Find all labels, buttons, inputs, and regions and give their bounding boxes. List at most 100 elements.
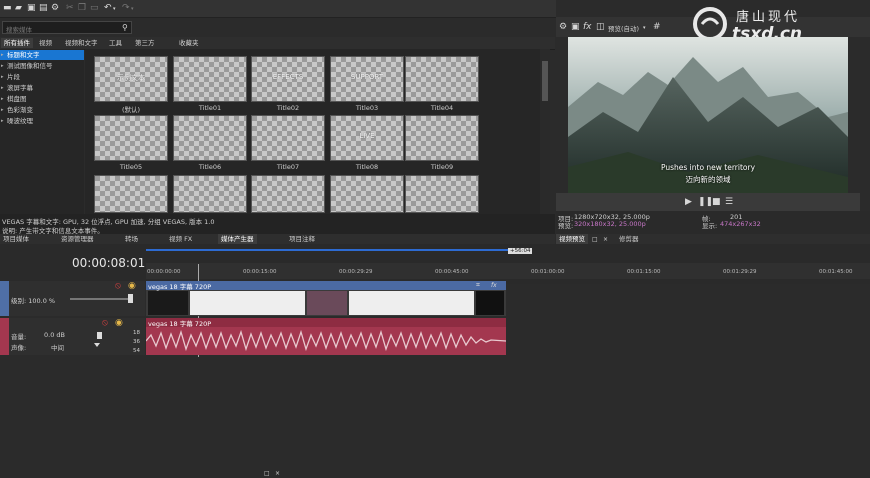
undo-dropdown-icon[interactable]: ▾: [113, 5, 116, 14]
slider-handle[interactable]: [128, 294, 133, 303]
tab-close-icon[interactable]: ×: [603, 235, 608, 244]
time-ruler[interactable]: 00:00:00:00 00:00:15:00 00:00:29:29 00:0…: [146, 263, 870, 279]
ruler-tick-label: 00:00:15:00: [243, 269, 277, 275]
empty-timeline-area[interactable]: [146, 357, 870, 400]
preset-thumbnail-title09[interactable]: [405, 115, 479, 161]
preset-thumbnail[interactable]: [173, 175, 247, 213]
menu-icon[interactable]: ☰: [725, 198, 733, 207]
expand-arrow-icon: ▸: [1, 96, 4, 102]
list-item[interactable]: ▸ 色彩渐变: [0, 105, 84, 115]
event-pan-crop-icon[interactable]: ⌗: [476, 281, 480, 290]
ruler-tick-label: 00:01:00:00: [531, 269, 565, 275]
list-item[interactable]: ▸ 测试图像和信号: [0, 61, 84, 71]
redo-dropdown-icon[interactable]: ▾: [131, 5, 134, 14]
preset-thumbnail-title02[interactable]: EFFECTS: [251, 56, 325, 102]
preset-thumbnail-title07[interactable]: [251, 115, 325, 161]
list-item[interactable]: ▸ 滚屏字幕: [0, 83, 84, 93]
preset-thumbnail[interactable]: [405, 175, 479, 213]
cut-icon[interactable]: ✂: [66, 4, 74, 13]
mute-icon[interactable]: ⦸: [102, 319, 108, 328]
preview-settings-icon[interactable]: ⚙: [559, 23, 567, 32]
tab-video-fx[interactable]: 视频 FX: [166, 234, 195, 244]
tab-trimmer[interactable]: 修剪器: [616, 234, 642, 244]
preset-caption: Title03: [355, 104, 379, 112]
audio-clip[interactable]: vegas 18 字幕 720P: [146, 318, 506, 355]
tab-restore-icon[interactable]: □: [592, 235, 598, 244]
copy-icon[interactable]: ❐: [78, 4, 86, 13]
preset-thumbnail-title04[interactable]: [405, 56, 479, 102]
stop-icon[interactable]: ■: [712, 198, 721, 207]
mute-icon[interactable]: ⦸: [115, 282, 121, 291]
preset-thumbnail[interactable]: [251, 175, 325, 213]
preset-caption: Title05: [119, 163, 143, 171]
preset-caption: Title06: [198, 163, 222, 171]
preset-caption: Title07: [276, 163, 300, 171]
preset-thumbnail-title08[interactable]: LIVE: [330, 115, 404, 161]
preset-thumbnail-title05[interactable]: [94, 115, 168, 161]
audio-waveform: [146, 329, 506, 352]
tab-third-party[interactable]: 第三方: [132, 38, 158, 48]
video-clip[interactable]: vegas 18 字幕 720P ⌗ fx: [146, 281, 506, 316]
settings-gear-icon[interactable]: ⚙: [51, 4, 59, 13]
tab-project-notes[interactable]: 项目注释: [286, 234, 318, 244]
video-preview[interactable]: Pushes into new territory 迈向新的领域: [568, 37, 848, 193]
tab-favorites[interactable]: 收藏夹: [176, 38, 202, 48]
loop-region-bar[interactable]: [146, 249, 530, 251]
preview-quality-dropdown[interactable]: 预览(自动): [608, 23, 639, 33]
grid-scrollbar[interactable]: [540, 49, 550, 214]
list-item[interactable]: ▸ 噪波纹理: [0, 116, 84, 126]
list-item[interactable]: ▸ 棋盘图: [0, 94, 84, 104]
tab-video[interactable]: 视频: [36, 38, 55, 48]
open-folder-icon[interactable]: ▰: [15, 4, 22, 13]
paste-icon[interactable]: ▭: [90, 4, 99, 13]
tab-transitions[interactable]: 转场: [122, 234, 141, 244]
preview-transport: ▶ ❚❚ ■ ☰: [556, 193, 860, 211]
region-end-marker[interactable]: +56:04: [508, 248, 533, 254]
dropdown-arrow-icon[interactable]: ▾: [643, 24, 646, 33]
volume-slider-handle[interactable]: [97, 332, 102, 339]
list-item[interactable]: ▸ 片段: [0, 72, 84, 82]
split-screen-icon[interactable]: ◫: [596, 23, 605, 32]
copy-frame-icon[interactable]: ▣: [571, 23, 580, 32]
generator-category-list: ▸ 标题和文字 ▸ 测试图像和信号 ▸ 片段 ▸ 滚屏字幕 ▸ 棋盘图 ▸ 色彩渐变 ▸ 噪波…: [0, 49, 84, 214]
solo-icon[interactable]: ◉: [115, 319, 123, 328]
meter-scale-label: 18: [133, 330, 140, 336]
tab-restore-icon[interactable]: □: [264, 469, 270, 478]
search-placeholder: 搜索媒体: [6, 26, 32, 34]
video-track-header: ⦸ ◉ 级别: 100.0 %: [0, 281, 145, 316]
scrollbar-thumb[interactable]: [542, 61, 548, 101]
pan-slider-handle[interactable]: [94, 343, 100, 347]
video-level-slider[interactable]: [70, 298, 132, 300]
pause-icon[interactable]: ❚❚: [698, 198, 713, 207]
preset-caption: Title09: [430, 163, 454, 171]
fx-icon[interactable]: fx: [583, 23, 592, 32]
preset-thumbnail-title01[interactable]: [173, 56, 247, 102]
overlays-grid-icon[interactable]: #: [653, 23, 661, 32]
search-input[interactable]: 搜索媒体 ⚲: [2, 21, 132, 34]
render-icon[interactable]: ▤: [39, 4, 48, 13]
ruler-tick-label: 00:01:45:00: [819, 269, 853, 275]
tab-close-icon[interactable]: ×: [275, 469, 280, 478]
preset-thumbnail-title06[interactable]: [173, 115, 247, 161]
tab-tools[interactable]: 工具: [106, 38, 125, 48]
tab-media-generators[interactable]: 媒体产生器: [218, 234, 257, 244]
tab-all-plugins[interactable]: 所有插件: [1, 38, 33, 48]
tab-explorer[interactable]: 资源管理器: [58, 234, 97, 244]
tab-video-preview[interactable]: 视频预览: [556, 234, 588, 244]
timecode-display: 00:00:08:01: [72, 256, 146, 270]
save-icon[interactable]: ▣: [27, 4, 36, 13]
play-icon[interactable]: ▶: [685, 198, 692, 207]
preset-thumbnail[interactable]: [330, 175, 404, 213]
solo-icon[interactable]: ◉: [128, 282, 136, 291]
tab-project-media[interactable]: 项目媒体: [0, 234, 32, 244]
undo-icon[interactable]: ↶: [104, 4, 112, 13]
new-file-icon[interactable]: ▬: [3, 4, 12, 13]
search-icon[interactable]: ⚲: [122, 23, 128, 32]
preset-thumbnail-title03[interactable]: SUPPORT: [330, 56, 404, 102]
redo-icon[interactable]: ↷: [122, 4, 130, 13]
list-item[interactable]: ▸ 标题和文字: [0, 50, 84, 60]
tab-video-text[interactable]: 视频和文字: [62, 38, 101, 48]
preset-thumbnail[interactable]: [94, 175, 168, 213]
event-fx-icon[interactable]: fx: [491, 281, 497, 290]
preset-thumbnail-default[interactable]: 示例文本: [94, 56, 168, 102]
